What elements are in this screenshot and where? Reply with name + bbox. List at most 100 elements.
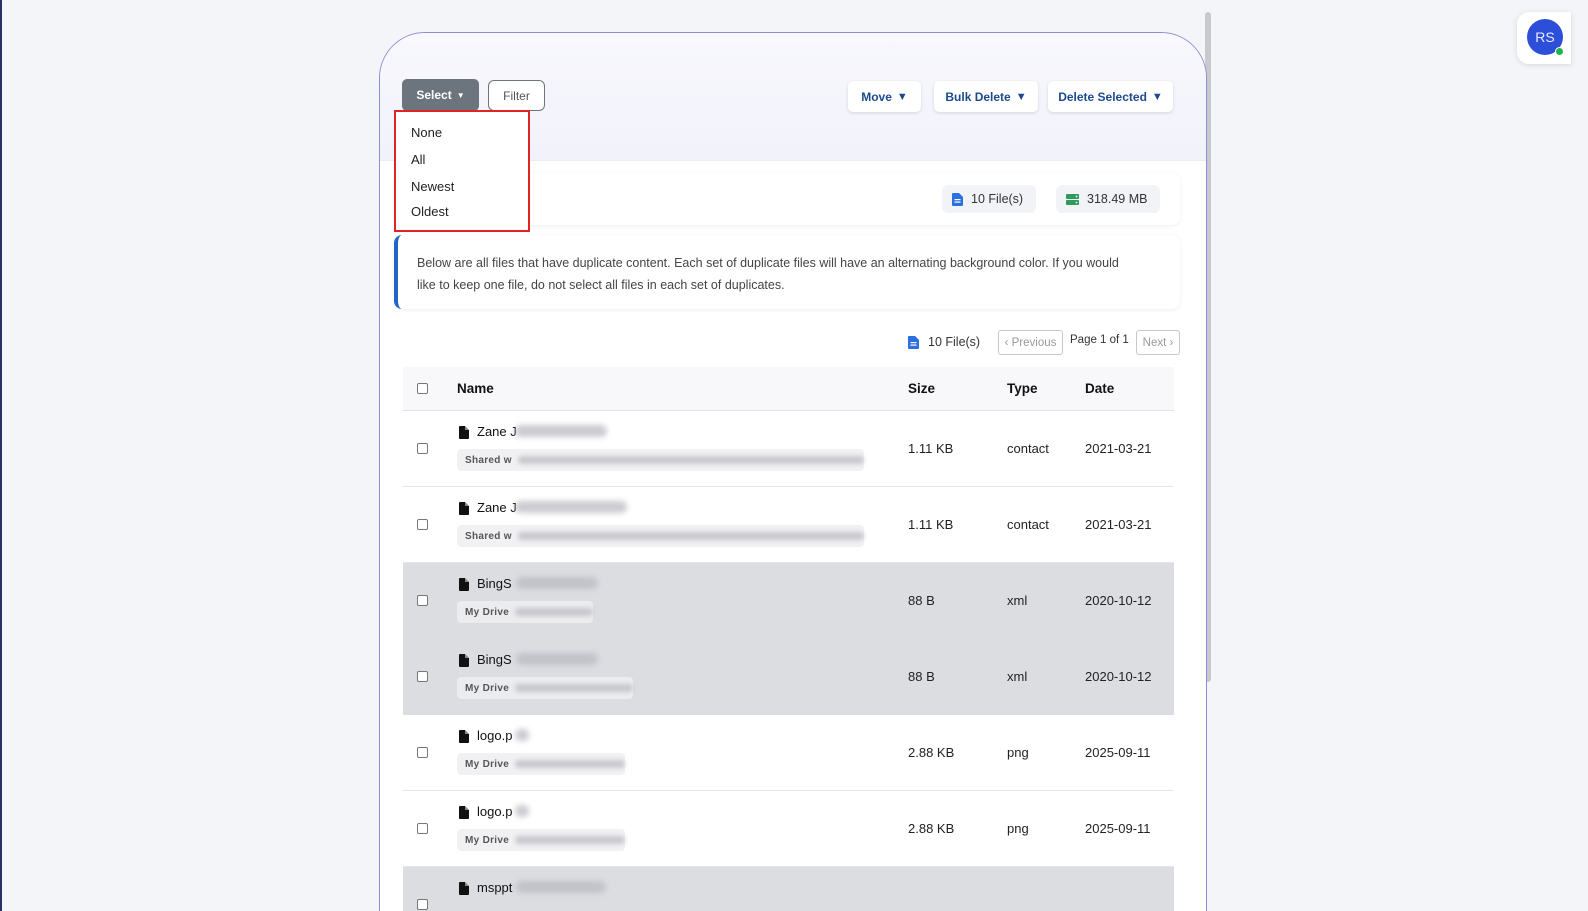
table-row[interactable]: msppt xyxy=(403,867,1174,911)
file-count-badge: 10 File(s) xyxy=(942,185,1036,213)
file-name[interactable]: BingS xyxy=(477,576,512,591)
pagination-file-count-text: 10 File(s) xyxy=(928,335,981,349)
file-size: 2.88 KB xyxy=(908,745,955,760)
file-type: xml xyxy=(1007,593,1028,608)
file-location-chip: Shared w xyxy=(457,525,864,547)
file-type: png xyxy=(1007,745,1029,760)
window-edge xyxy=(0,0,2,911)
file-location: Shared w xyxy=(465,454,512,466)
file-icon xyxy=(459,730,469,743)
pagination-file-count: 10 File(s) xyxy=(908,329,980,355)
file-icon xyxy=(459,806,469,819)
redacted-path xyxy=(517,456,864,464)
row-checkbox[interactable] xyxy=(417,747,428,758)
total-size-text: 318.49 MB xyxy=(1087,192,1148,206)
file-date: 2021-03-21 xyxy=(1085,441,1152,456)
bulk-delete-label: Bulk Delete xyxy=(945,89,1011,104)
move-button[interactable]: Move ▼ xyxy=(848,81,921,112)
total-size-badge: 318.49 MB xyxy=(1056,185,1160,213)
file-count-text: 10 File(s) xyxy=(971,192,1024,206)
file-icon xyxy=(459,882,469,895)
row-checkbox[interactable] xyxy=(417,823,428,834)
user-avatar-panel: RS xyxy=(1517,12,1571,64)
row-checkbox[interactable] xyxy=(417,671,428,682)
select-option-all[interactable]: All xyxy=(411,152,425,167)
row-checkbox[interactable] xyxy=(417,443,428,454)
column-header-size[interactable]: Size xyxy=(908,381,935,396)
select-option-newest[interactable]: Newest xyxy=(411,179,454,194)
select-dropdown-button[interactable]: Select ▼ xyxy=(402,79,479,111)
file-date: 2025-09-11 xyxy=(1085,821,1151,836)
caret-down-icon: ▼ xyxy=(1015,90,1027,103)
table-row[interactable]: BingS My Drive 88 B xml 2020-10-12 xyxy=(403,563,1174,639)
file-date: 2020-10-12 xyxy=(1085,593,1152,608)
column-header-date[interactable]: Date xyxy=(1085,381,1114,396)
duplicate-info-box: Below are all files that have duplicate … xyxy=(394,235,1180,309)
file-location: My Drive xyxy=(465,682,510,694)
file-location-chip: My Drive xyxy=(457,829,626,851)
column-header-name[interactable]: Name xyxy=(457,381,494,396)
table-row[interactable]: Zane J Shared w 1.11 KB contact 2021-03-… xyxy=(403,411,1174,487)
document-icon xyxy=(952,192,963,206)
file-size: 1.11 KB xyxy=(908,441,954,456)
redacted-path xyxy=(515,760,626,768)
info-text-line-1: Below are all files that have duplicate … xyxy=(417,256,1119,270)
file-location: Shared w xyxy=(465,530,512,542)
filter-button[interactable]: Filter xyxy=(488,80,545,111)
column-header-type[interactable]: Type xyxy=(1007,381,1038,396)
delete-selected-button[interactable]: Delete Selected ▼ xyxy=(1048,81,1173,112)
avatar-initials: RS xyxy=(1535,29,1555,45)
table-row[interactable]: BingS My Drive 88 B xml 2020-10-12 xyxy=(403,639,1174,715)
file-name[interactable]: msppt xyxy=(477,880,512,895)
table-row[interactable]: logo.p My Drive 2.88 KB png 2025-09-11 xyxy=(403,791,1174,867)
redacted-text xyxy=(515,729,529,741)
file-name[interactable]: Zane J xyxy=(477,500,517,515)
delete-selected-label: Delete Selected xyxy=(1058,89,1147,104)
table-row[interactable]: logo.p My Drive 2.88 KB png 2025-09-11 xyxy=(403,715,1174,791)
file-date: 2025-09-11 xyxy=(1085,745,1151,760)
file-type: png xyxy=(1007,821,1029,836)
file-size: 2.88 KB xyxy=(908,821,955,836)
file-location: My Drive xyxy=(465,834,510,846)
file-name[interactable]: Zane J xyxy=(477,424,517,439)
file-location-chip: My Drive xyxy=(457,601,594,623)
redacted-path xyxy=(517,532,864,540)
table-row[interactable]: Zane J Shared w 1.11 KB contact 2021-03-… xyxy=(403,487,1174,563)
file-size: 1.11 KB xyxy=(908,517,954,532)
redacted-path xyxy=(515,608,594,616)
file-size: 88 B xyxy=(908,669,935,684)
file-name[interactable]: logo.p xyxy=(477,728,512,743)
move-button-label: Move xyxy=(861,89,892,104)
file-name[interactable]: logo.p xyxy=(477,804,512,819)
file-location-chip: Shared w xyxy=(457,449,864,471)
row-checkbox[interactable] xyxy=(417,519,428,530)
next-page-button[interactable]: Next › xyxy=(1136,330,1180,355)
file-name[interactable]: BingS xyxy=(477,652,512,667)
table-header: Name Size Type Date xyxy=(403,367,1174,411)
file-type: contact xyxy=(1007,441,1049,456)
next-page-label: Next › xyxy=(1142,336,1174,349)
storage-icon xyxy=(1066,193,1079,205)
file-icon xyxy=(459,578,469,591)
previous-page-button[interactable]: ‹ Previous xyxy=(998,330,1063,355)
file-location: My Drive xyxy=(465,758,510,770)
file-size: 88 B xyxy=(908,593,935,608)
document-icon xyxy=(908,335,919,349)
file-icon xyxy=(459,426,469,439)
page-indicator: Page 1 of 1 xyxy=(1070,334,1129,346)
select-all-checkbox[interactable] xyxy=(417,383,428,394)
duplicate-files-table: Name Size Type Date Zane J Shared w 1.11… xyxy=(403,367,1174,911)
caret-down-icon: ▼ xyxy=(1151,90,1163,103)
redacted-text xyxy=(516,577,598,589)
file-location: My Drive xyxy=(465,606,510,618)
select-option-none[interactable]: None xyxy=(411,125,442,140)
bulk-delete-button[interactable]: Bulk Delete ▼ xyxy=(934,81,1038,112)
file-type: xml xyxy=(1007,669,1028,684)
redacted-path xyxy=(515,836,626,844)
file-location-chip: My Drive xyxy=(457,753,626,775)
select-option-oldest[interactable]: Oldest xyxy=(411,204,449,219)
row-checkbox[interactable] xyxy=(417,899,428,910)
caret-down-icon: ▼ xyxy=(896,90,908,103)
row-checkbox[interactable] xyxy=(417,595,428,606)
redacted-text xyxy=(515,501,627,513)
